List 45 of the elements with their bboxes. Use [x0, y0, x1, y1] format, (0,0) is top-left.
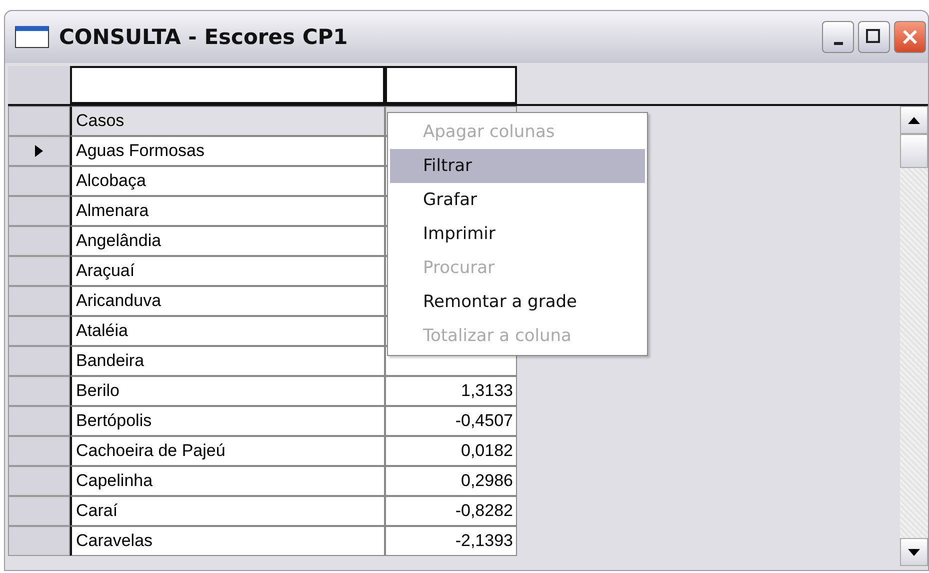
table-cell: Caraí [70, 496, 385, 526]
scroll-thumb[interactable] [900, 134, 928, 168]
table-cell: -2,1393 [385, 526, 517, 556]
down-arrow-icon [908, 548, 920, 556]
menu-item[interactable]: Grafar [390, 183, 645, 217]
corner-header [8, 66, 70, 104]
menu-item[interactable]: Remontar a grade [390, 285, 645, 319]
table-cell: Araçuaí [70, 256, 385, 286]
table-cell: 0,0182 [385, 436, 517, 466]
scrollbar[interactable] [900, 106, 928, 566]
filter-field[interactable] [385, 66, 517, 104]
column-header[interactable]: Casos [70, 106, 385, 136]
menu-item[interactable]: Imprimir [390, 217, 645, 251]
scroll-up-button[interactable] [900, 106, 928, 134]
maximize-icon [866, 29, 882, 45]
table-cell: Almenara [70, 196, 385, 226]
table-cell: -0,8282 [385, 496, 517, 526]
row-header[interactable] [8, 136, 70, 166]
table-cell: Alcobaça [70, 166, 385, 196]
table-cell: Aguas Formosas [70, 136, 385, 166]
menu-item[interactable]: Filtrar [390, 149, 645, 183]
table-cell: 1,3133 [385, 376, 517, 406]
filter-field[interactable] [70, 66, 385, 104]
current-row-icon [35, 145, 43, 157]
row-header [8, 106, 70, 136]
table-cell: Ataléia [70, 316, 385, 346]
close-button[interactable] [894, 21, 926, 53]
scroll-down-button[interactable] [900, 538, 928, 566]
table-cell: Caravelas [70, 526, 385, 556]
minimize-button[interactable] [822, 21, 854, 53]
table-cell: Bandeira [70, 346, 385, 376]
table-cell: Aricanduva [70, 286, 385, 316]
minimize-icon [834, 42, 842, 44]
table-cell: Capelinha [70, 466, 385, 496]
window-icon [15, 26, 49, 48]
table-cell: Cachoeira de Pajeú [70, 436, 385, 466]
table-cell: -0,4507 [385, 406, 517, 436]
up-arrow-icon [908, 116, 920, 124]
maximize-button[interactable] [858, 21, 890, 53]
table-cell: Bertópolis [70, 406, 385, 436]
window-title: CONSULTA - Escores CP1 [59, 25, 349, 49]
table-cell: Berilo [70, 376, 385, 406]
close-icon [902, 29, 918, 45]
table-cell: Angelândia [70, 226, 385, 256]
table-cell: 0,2986 [385, 466, 517, 496]
